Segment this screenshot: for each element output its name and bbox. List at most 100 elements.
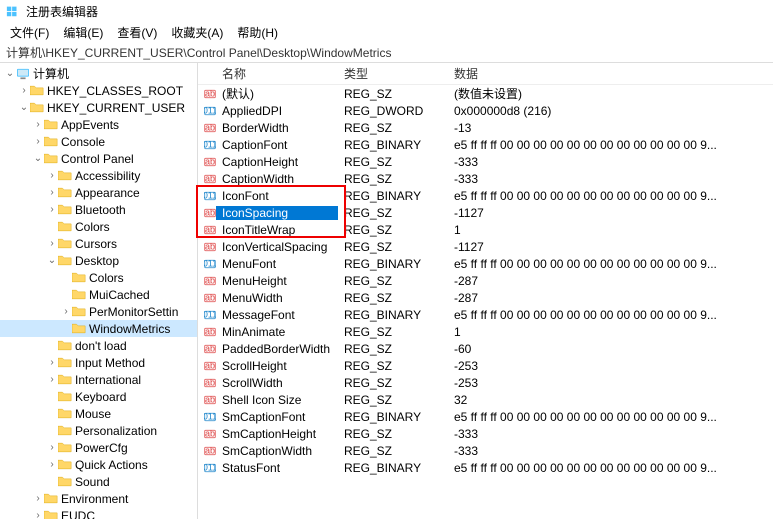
chevron-right-icon[interactable]: ›	[32, 119, 44, 130]
value-type: REG_BINARY	[338, 138, 448, 152]
tree-item-international[interactable]: ›International	[0, 371, 197, 388]
folder-icon	[44, 493, 58, 505]
value-row[interactable]: abShell Icon SizeREG_SZ32	[198, 391, 773, 408]
tree-item-appearance[interactable]: ›Appearance	[0, 184, 197, 201]
value-data: 32	[448, 393, 773, 407]
chevron-right-icon[interactable]: ›	[46, 459, 58, 470]
list-body[interactable]: ab(默认)REG_SZ(数值未设置)011AppliedDPIREG_DWOR…	[198, 85, 773, 519]
value-row[interactable]: 011SmCaptionFontREG_BINARYe5 ff ff ff 00…	[198, 408, 773, 425]
tree-item-cursors[interactable]: ›Cursors	[0, 235, 197, 252]
value-row[interactable]: ab(默认)REG_SZ(数值未设置)	[198, 85, 773, 102]
string-value-icon: ab	[198, 427, 216, 441]
tree-item-accessibility[interactable]: ›Accessibility	[0, 167, 197, 184]
column-header-name[interactable]: 名称	[198, 65, 338, 82]
menu-file[interactable]: 文件(F)	[4, 22, 55, 43]
tree-item-don-t-load[interactable]: ›don't load	[0, 337, 197, 354]
value-row[interactable]: 011StatusFontREG_BINARYe5 ff ff ff 00 00…	[198, 459, 773, 476]
value-row[interactable]: abSmCaptionHeightREG_SZ-333	[198, 425, 773, 442]
svg-text:ab: ab	[205, 241, 215, 251]
svg-text:ab: ab	[205, 156, 215, 166]
tree-item-powercfg[interactable]: ›PowerCfg	[0, 439, 197, 456]
tree-item-hkey-current-user[interactable]: ⌄HKEY_CURRENT_USER	[0, 99, 197, 116]
value-row[interactable]: abSmCaptionWidthREG_SZ-333	[198, 442, 773, 459]
value-data: -287	[448, 274, 773, 288]
tree-item-console[interactable]: ›Console	[0, 133, 197, 150]
column-header-type[interactable]: 类型	[338, 65, 448, 82]
list-header: 名称 类型 数据	[198, 63, 773, 85]
binary-value-icon: 011	[198, 461, 216, 475]
tree-item-personalization[interactable]: ›Personalization	[0, 422, 197, 439]
tree-item-keyboard[interactable]: ›Keyboard	[0, 388, 197, 405]
tree-panel[interactable]: ⌄计算机›HKEY_CLASSES_ROOT⌄HKEY_CURRENT_USER…	[0, 63, 198, 519]
value-row[interactable]: abPaddedBorderWidthREG_SZ-60	[198, 340, 773, 357]
value-row[interactable]: abMenuHeightREG_SZ-287	[198, 272, 773, 289]
tree-item-control-panel[interactable]: ⌄Control Panel	[0, 150, 197, 167]
menu-edit[interactable]: 编辑(E)	[57, 22, 109, 43]
tree-item-label: Desktop	[75, 254, 119, 268]
chevron-right-icon[interactable]: ›	[60, 306, 72, 317]
value-row[interactable]: 011AppliedDPIREG_DWORD0x000000d8 (216)	[198, 102, 773, 119]
value-name: CaptionWidth	[216, 172, 338, 186]
chevron-right-icon[interactable]: ›	[46, 238, 58, 249]
value-row[interactable]: 011MenuFontREG_BINARYe5 ff ff ff 00 00 0…	[198, 255, 773, 272]
folder-icon	[72, 323, 86, 335]
tree-item-environment[interactable]: ›Environment	[0, 490, 197, 507]
value-row[interactable]: 011CaptionFontREG_BINARYe5 ff ff ff 00 0…	[198, 136, 773, 153]
value-row[interactable]: abCaptionWidthREG_SZ-333	[198, 170, 773, 187]
value-row[interactable]: abIconTitleWrapREG_SZ1	[198, 221, 773, 238]
chevron-right-icon[interactable]: ›	[18, 85, 30, 96]
tree-item-hkey-classes-root[interactable]: ›HKEY_CLASSES_ROOT	[0, 82, 197, 99]
value-row[interactable]: abCaptionHeightREG_SZ-333	[198, 153, 773, 170]
menu-view[interactable]: 查看(V)	[111, 22, 163, 43]
menu-help[interactable]: 帮助(H)	[231, 22, 284, 43]
tree-item-input-method[interactable]: ›Input Method	[0, 354, 197, 371]
chevron-right-icon[interactable]: ›	[32, 493, 44, 504]
value-row[interactable]: 011MessageFontREG_BINARYe5 ff ff ff 00 0…	[198, 306, 773, 323]
tree-item-windowmetrics[interactable]: ›WindowMetrics	[0, 320, 197, 337]
tree-item-quick-actions[interactable]: ›Quick Actions	[0, 456, 197, 473]
tree-item-muicached[interactable]: ›MuiCached	[0, 286, 197, 303]
value-row[interactable]: abMinAnimateREG_SZ1	[198, 323, 773, 340]
chevron-right-icon[interactable]: ›	[46, 374, 58, 385]
value-row[interactable]: abIconVerticalSpacingREG_SZ-1127	[198, 238, 773, 255]
chevron-down-icon[interactable]: ⌄	[18, 102, 30, 113]
value-row[interactable]: abScrollHeightREG_SZ-253	[198, 357, 773, 374]
value-data: 0x000000d8 (216)	[448, 104, 773, 118]
chevron-right-icon[interactable]: ›	[46, 357, 58, 368]
menu-favorites[interactable]: 收藏夹(A)	[165, 22, 229, 43]
chevron-down-icon[interactable]: ⌄	[32, 153, 44, 164]
value-data: -253	[448, 376, 773, 390]
tree-item-label: Mouse	[75, 407, 111, 421]
tree-item-sound[interactable]: ›Sound	[0, 473, 197, 490]
value-row[interactable]: 011IconFontREG_BINARYe5 ff ff ff 00 00 0…	[198, 187, 773, 204]
value-row[interactable]: abMenuWidthREG_SZ-287	[198, 289, 773, 306]
value-row[interactable]: abBorderWidthREG_SZ-13	[198, 119, 773, 136]
chevron-down-icon[interactable]: ⌄	[4, 68, 16, 79]
tree-item-mouse[interactable]: ›Mouse	[0, 405, 197, 422]
chevron-right-icon[interactable]: ›	[32, 510, 44, 519]
tree-item-bluetooth[interactable]: ›Bluetooth	[0, 201, 197, 218]
address-bar[interactable]: 计算机\HKEY_CURRENT_USER\Control Panel\Desk…	[0, 42, 773, 62]
tree-item-eudc[interactable]: ›EUDC	[0, 507, 197, 519]
tree-item-colors[interactable]: ›Colors	[0, 269, 197, 286]
column-header-data[interactable]: 数据	[448, 65, 773, 82]
chevron-right-icon[interactable]: ›	[46, 187, 58, 198]
value-data: -287	[448, 291, 773, 305]
chevron-right-icon[interactable]: ›	[46, 442, 58, 453]
tree-item-colors[interactable]: ›Colors	[0, 218, 197, 235]
svg-text:ab: ab	[205, 292, 215, 302]
value-row[interactable]: abIconSpacingREG_SZ-1127	[198, 204, 773, 221]
string-value-icon: ab	[198, 155, 216, 169]
chevron-down-icon[interactable]: ⌄	[46, 255, 58, 266]
chevron-right-icon[interactable]: ›	[46, 170, 58, 181]
value-row[interactable]: abScrollWidthREG_SZ-253	[198, 374, 773, 391]
chevron-right-icon[interactable]: ›	[32, 136, 44, 147]
value-data: -333	[448, 427, 773, 441]
value-data: -1127	[448, 240, 773, 254]
tree-item--[interactable]: ⌄计算机	[0, 65, 197, 82]
chevron-right-icon[interactable]: ›	[46, 204, 58, 215]
tree-item-permonitorsettin[interactable]: ›PerMonitorSettin	[0, 303, 197, 320]
svg-text:011: 011	[204, 411, 216, 421]
tree-item-appevents[interactable]: ›AppEvents	[0, 116, 197, 133]
tree-item-desktop[interactable]: ⌄ Desktop	[0, 252, 197, 269]
